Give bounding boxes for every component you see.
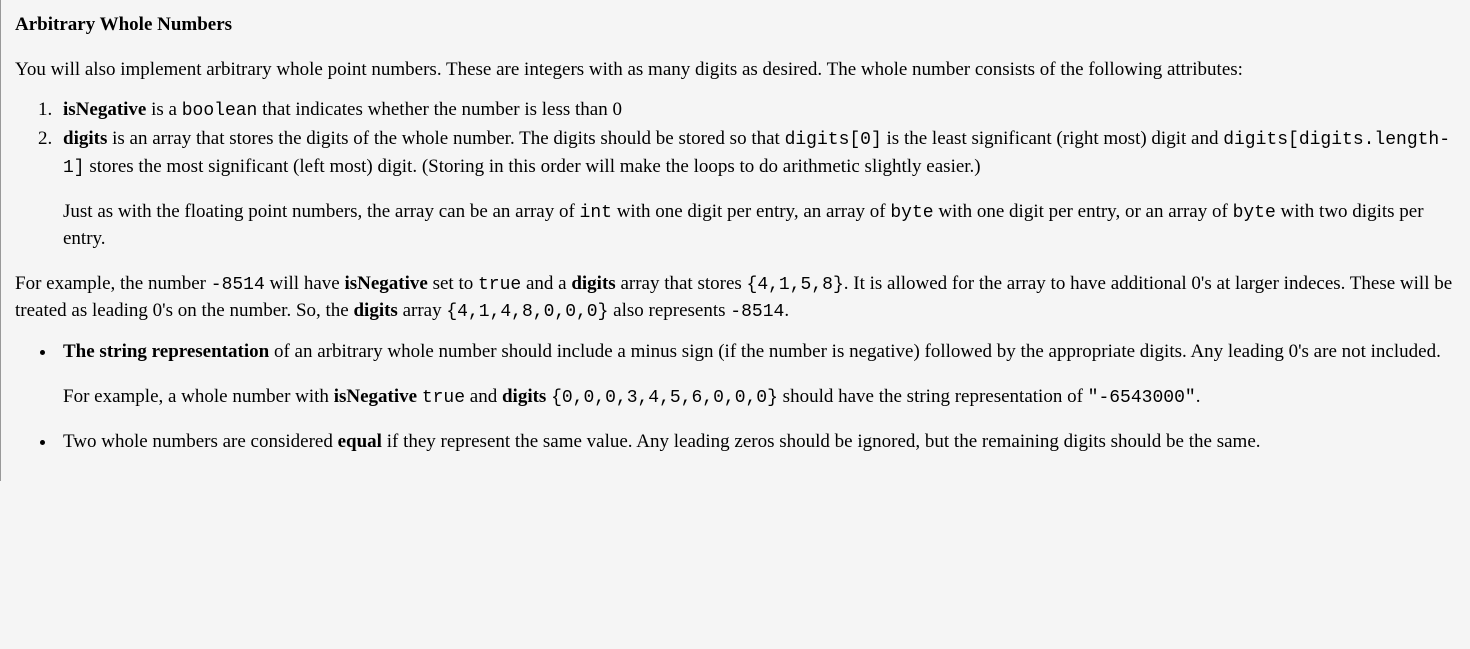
bold-text: isNegative <box>344 273 427 294</box>
text: should have the string representation of <box>778 386 1088 407</box>
text: of an arbitrary whole number should incl… <box>269 341 1441 362</box>
text: Just as with the floating point numbers,… <box>63 201 580 222</box>
code-inline: boolean <box>182 101 258 121</box>
text: For example, a whole number with <box>63 386 334 407</box>
attribute-item-digits: digits is an array that stores the digit… <box>57 126 1456 252</box>
bold-text: digits <box>353 300 397 321</box>
bold-text: equal <box>338 431 382 452</box>
section-heading: Arbitrary Whole Numbers <box>15 12 1456 39</box>
code-inline: int <box>580 203 612 223</box>
text: is the least significant (right most) di… <box>882 128 1223 149</box>
sub-paragraph: Just as with the floating point numbers,… <box>63 199 1456 253</box>
text: set to <box>428 273 478 294</box>
attributes-list: isNegative is a boolean that indicates w… <box>57 97 1456 252</box>
text: . <box>1196 386 1201 407</box>
bold-text: isNegative <box>334 386 417 407</box>
code-inline: digits[0] <box>785 130 882 150</box>
text: For example, the number <box>15 273 211 294</box>
example-paragraph: For example, the number -8514 will have … <box>15 271 1456 325</box>
code-inline: true <box>478 275 521 295</box>
code-inline: -8514 <box>730 302 784 322</box>
text: array that stores <box>616 273 747 294</box>
bold-text: digits <box>571 273 615 294</box>
attribute-item-isnegative: isNegative is a boolean that indicates w… <box>57 97 1456 124</box>
text: with one digit per entry, or an array of <box>934 201 1233 222</box>
text: stores the most significant (left most) … <box>85 156 981 177</box>
text: is an array that stores the digits of th… <box>107 128 784 149</box>
text: Two whole numbers are considered <box>63 431 338 452</box>
bold-text: digits <box>63 128 107 149</box>
text: and <box>465 386 502 407</box>
text: . <box>784 300 789 321</box>
code-inline: byte <box>890 203 933 223</box>
text: with one digit per entry, an array of <box>612 201 890 222</box>
code-inline: byte <box>1233 203 1276 223</box>
code-inline: {0,0,0,3,4,5,6,0,0,0} <box>551 388 778 408</box>
text: and a <box>521 273 571 294</box>
sub-paragraph: For example, a whole number with isNegat… <box>63 384 1456 411</box>
bold-text: digits <box>502 386 546 407</box>
code-inline: {4,1,4,8,0,0,0} <box>446 302 608 322</box>
text: is a <box>146 99 181 120</box>
code-inline: true <box>422 388 465 408</box>
rule-item-equality: Two whole numbers are considered equal i… <box>57 429 1456 456</box>
code-inline: "-6543000" <box>1088 388 1196 408</box>
rules-list: The string representation of an arbitrar… <box>57 339 1456 455</box>
code-inline: -8514 <box>211 275 265 295</box>
text: array <box>398 300 447 321</box>
text: that indicates whether the number is les… <box>257 99 622 120</box>
intro-paragraph: You will also implement arbitrary whole … <box>15 57 1456 84</box>
text: will have <box>265 273 345 294</box>
bold-text: isNegative <box>63 99 146 120</box>
text: also represents <box>608 300 730 321</box>
code-inline: {4,1,5,8} <box>747 275 844 295</box>
rule-item-string-representation: The string representation of an arbitrar… <box>57 339 1456 411</box>
bold-text: The string representation <box>63 341 269 362</box>
text: if they represent the same value. Any le… <box>382 431 1261 452</box>
